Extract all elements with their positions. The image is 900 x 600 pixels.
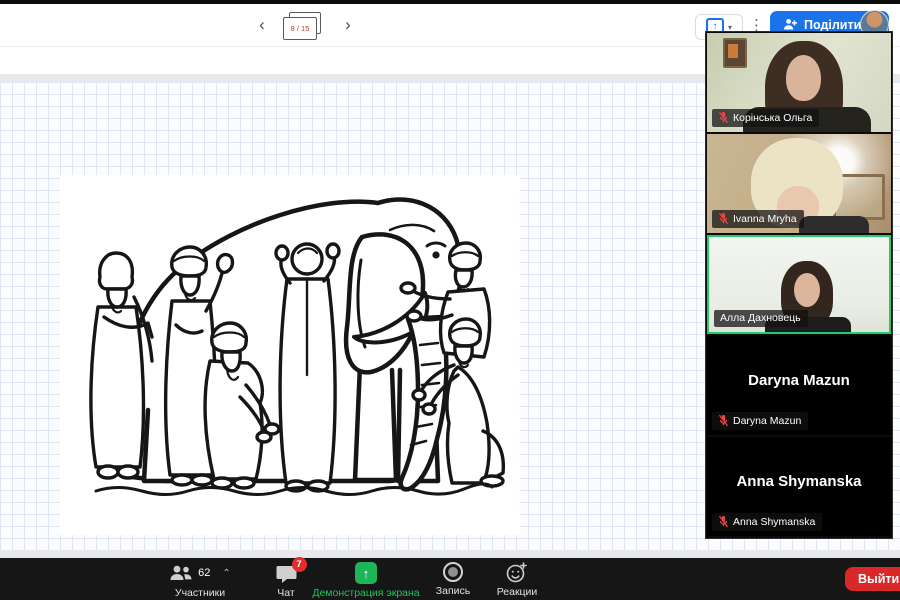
screen-share-button[interactable]: ↑ Демонстрация экрана <box>300 562 432 599</box>
participants-button[interactable]: 62 ⌃ Участники <box>148 562 252 599</box>
previous-slide-button[interactable]: ‹ <box>252 13 272 37</box>
video-tile-daryna-mazun-camera-off[interactable]: Daryna Mazun Daryna Mazun <box>707 336 891 435</box>
blind-men-elephant-drawing <box>60 175 520 535</box>
participants-count: 62 <box>198 567 210 579</box>
participant-name-badge: Алла Дахновець <box>714 310 808 327</box>
participants-video-panel: Корінська Ольга Ivanna Mryha Алла Дахнов… <box>705 31 893 539</box>
participant-name-badge: Daryna Mazun <box>712 412 808 430</box>
slide-counter[interactable]: 8 / 15 <box>282 12 322 40</box>
slide-counter-value: 8 / 15 <box>291 24 310 33</box>
elephant-front-leg-1 <box>355 365 396 480</box>
reactions-icon <box>506 562 528 583</box>
reactions-button[interactable]: Реакции <box>486 562 548 598</box>
meeting-screen: ‹ 8 / 15 › ↑ ▾ ⋮ Поділитися <box>0 0 900 600</box>
window-top-edge <box>0 0 900 4</box>
man-holding-tail <box>91 253 152 478</box>
video-tile-ivanna-mryha[interactable]: Ivanna Mryha <box>707 134 891 233</box>
slide-edge-bottom <box>0 550 900 558</box>
participant-display-name: Daryna Mazun <box>707 372 891 389</box>
video-tile-korinska-olha[interactable]: Корінська Ольга <box>707 33 891 132</box>
participants-icon <box>169 565 193 581</box>
muted-mic-icon <box>718 515 729 528</box>
elephant-illustration <box>60 175 520 535</box>
share-person-icon <box>783 18 797 31</box>
leave-meeting-button[interactable]: Выйти <box>845 567 900 591</box>
participant-name-badge: Anna Shymanska <box>712 513 822 531</box>
participant-name-badge: Корінська Ольга <box>712 109 819 127</box>
video-tile-alla-dakhnovets-active-speaker[interactable]: Алла Дахновець <box>707 235 891 334</box>
participants-chevron-up-icon[interactable]: ⌃ <box>222 568 230 579</box>
video-tile-anna-shymanska-camera-off[interactable]: Anna Shymanska Anna Shymanska <box>707 437 891 536</box>
record-icon <box>443 562 463 582</box>
wall-picture <box>723 38 747 68</box>
man-back-view <box>276 244 339 491</box>
participant-display-name: Anna Shymanska <box>707 473 891 490</box>
record-button[interactable]: Запись <box>426 562 480 597</box>
next-slide-button[interactable]: › <box>338 13 358 37</box>
muted-mic-icon <box>718 414 729 427</box>
participant-name-badge: Ivanna Mryha <box>712 210 804 228</box>
muted-mic-icon <box>718 212 729 225</box>
muted-mic-icon <box>718 111 729 124</box>
meeting-toolbar: 62 ⌃ Участники 7 Чат ↑ Демонстрация экра… <box>0 558 900 600</box>
screen-share-icon: ↑ <box>355 562 377 584</box>
elephant-eye <box>432 251 439 258</box>
